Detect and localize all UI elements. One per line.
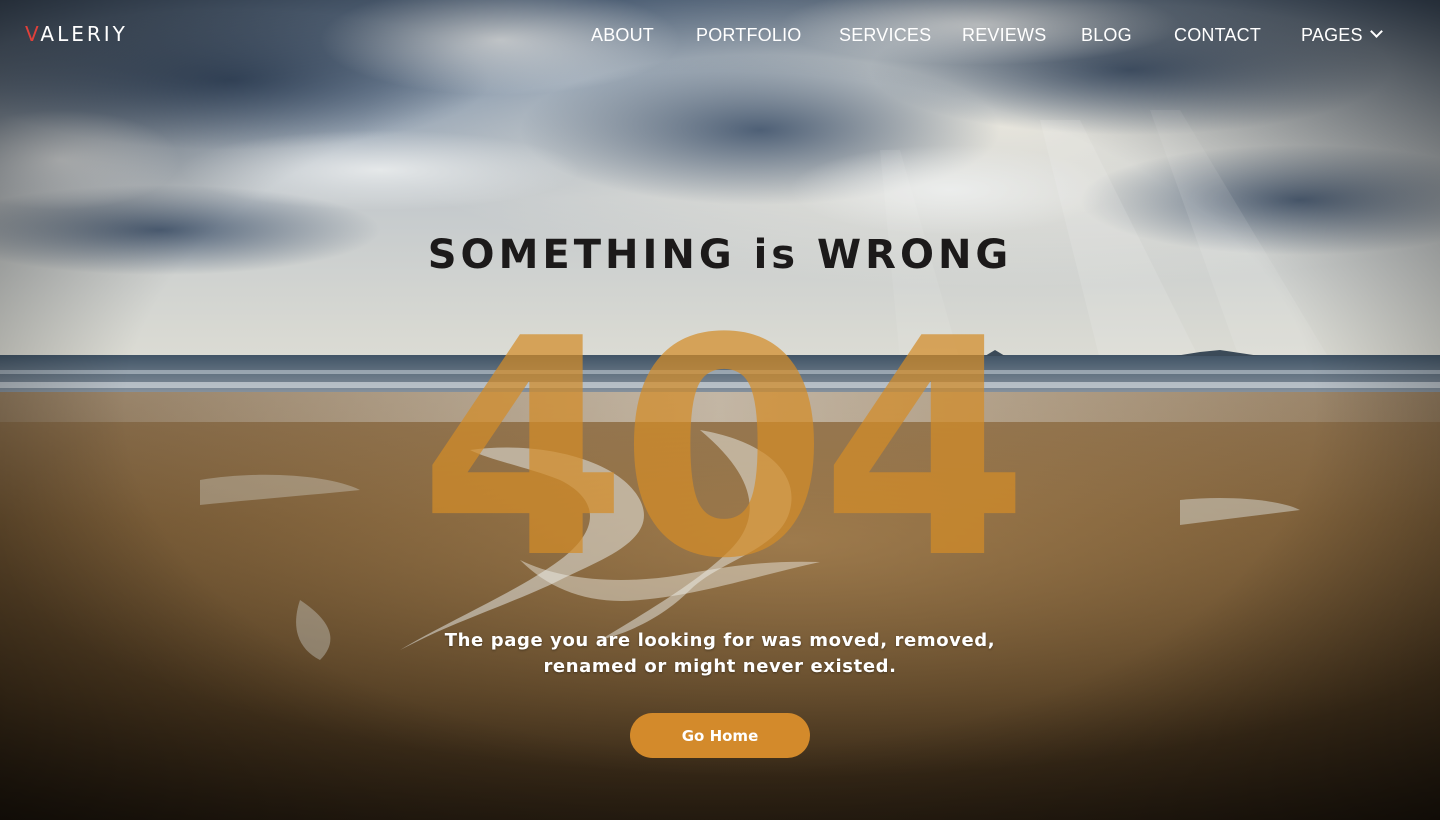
main-nav: ABOUT PORTFOLIO SERVICES REVIEWS BLOG CO… bbox=[0, 24, 1440, 46]
chevron-down-icon bbox=[1369, 25, 1383, 38]
error-page: VALERIY ABOUT PORTFOLIO SERVICES REVIEWS… bbox=[0, 0, 1440, 820]
nav-item-services[interactable]: SERVICES bbox=[839, 24, 931, 46]
error-code: 404 bbox=[418, 275, 1029, 624]
nav-item-portfolio[interactable]: PORTFOLIO bbox=[696, 24, 802, 46]
nav-item-contact[interactable]: CONTACT bbox=[1174, 24, 1261, 46]
go-home-button[interactable]: Go Home bbox=[630, 713, 810, 758]
nav-item-pages[interactable]: PAGES bbox=[1301, 24, 1383, 46]
error-message-line-1: The page you are looking for was moved, … bbox=[444, 630, 996, 651]
nav-item-pages-label: PAGES bbox=[1301, 25, 1363, 45]
nav-item-reviews[interactable]: REVIEWS bbox=[962, 24, 1046, 46]
nav-item-about[interactable]: ABOUT bbox=[591, 24, 654, 46]
error-message-line-2: renamed or might never existed. bbox=[543, 656, 897, 677]
error-headline: SOMETHING is WRONG bbox=[427, 232, 1013, 278]
error-message: The page you are looking for was moved, … bbox=[0, 628, 1440, 680]
nav-item-blog[interactable]: BLOG bbox=[1081, 24, 1132, 46]
